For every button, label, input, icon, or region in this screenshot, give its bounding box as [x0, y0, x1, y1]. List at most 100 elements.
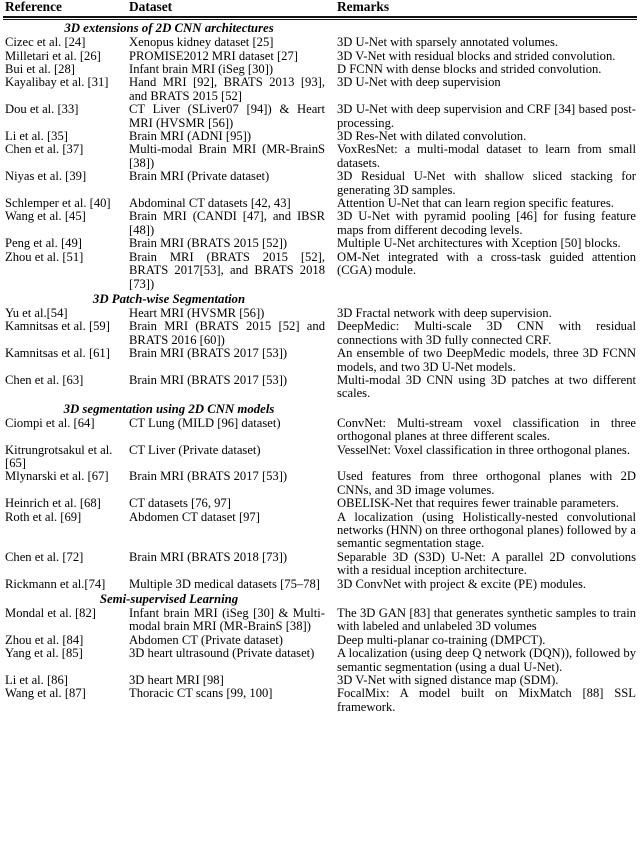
cell-dataset: Brain MRI (BRATS 2017 [53]): [129, 469, 288, 484]
section-heading-label: Semi-supervised Learning: [99, 592, 239, 607]
column-header-remarks: Remarks: [337, 0, 390, 14]
table-row: Roth et al. [69] Abdomen CT dataset [97] A…: [3, 509, 637, 551]
table-row: Li et al. [35] Brain MRI (ADNI [95]) 3D Re…: [3, 129, 637, 144]
table-row: Kamnitsas et al. [59] Brain MRI (BRATS 20…: [3, 320, 637, 347]
cell-reference: Wang et al. [45]: [5, 209, 86, 224]
cell-dataset: CT Liver (Private dataset): [129, 442, 261, 457]
table-row: Kamnitsas et al. [61] Brain MRI (BRATS 20…: [3, 346, 637, 374]
cell-reference: Yu et al.[54]: [5, 305, 68, 320]
cell-remarks: 3D U-Net with sparsely annotated volumes…: [337, 35, 559, 50]
table-header-row: Reference Dataset Remarks: [3, 0, 637, 16]
cell-remarks: ConvNet: Multi-stream voxel classificati…: [337, 415, 636, 444]
section-heading-cell: 3D segmentation using 2D CNN models: [3, 401, 637, 417]
cell-dataset: CT datasets [76, 97]: [129, 496, 231, 511]
cell-reference: Kayalibay et al. [31]: [5, 75, 109, 90]
section-heading-row: 3D segmentation using 2D CNN models: [3, 401, 637, 417]
cell-reference: Peng et al. [49]: [5, 236, 82, 251]
cell-reference: Li et al. [86]: [5, 673, 68, 688]
cell-dataset: Brain MRI (BRATS 2015 [52], BRATS 2017[5…: [129, 249, 325, 291]
table-header: Reference Dataset Remarks: [3, 0, 637, 21]
cell-remarks: A localization (using deep Q network (DQ…: [337, 646, 636, 674]
cell-remarks: Multi-modal 3D CNN using 3D patches at t…: [337, 372, 636, 401]
cell-reference: Milletari et al. [26]: [5, 48, 101, 63]
cell-reference: Mlynarski et al. [67]: [5, 469, 109, 484]
cell-reference: Niyas et al. [39]: [5, 169, 87, 184]
cell-reference: Yang et al. [85]: [5, 646, 83, 661]
cell-dataset: Infant brain MRI (iSeg [30] & Multi-moda…: [129, 606, 325, 634]
cell-remarks: 3D Res-Net with dilated convolution.: [337, 129, 527, 144]
table-row: Kitrungrotsakul et al. [65] CT Liver (Pri…: [3, 442, 637, 471]
cell-reference: Chen et al. [63]: [5, 372, 84, 387]
section-heading-cell: 3D Patch-wise Segmentation: [3, 291, 637, 307]
section-heading-cell: 3D extensions of 2D CNN architectures: [3, 20, 637, 36]
cell-remarks: 3D V-Net with residual blocks and stride…: [337, 48, 616, 63]
section-heading-row: Semi-supervised Learning: [3, 591, 637, 607]
cell-reference: Ciompi et al. [64]: [5, 415, 95, 430]
cell-dataset: Brain MRI (BRATS 2018 [73]): [129, 549, 288, 564]
cell-reference: Rickmann et al.[74]: [5, 576, 106, 591]
table-row: Cizec et al. [24] Xenopus kidney dataset …: [3, 35, 637, 50]
cell-dataset: Heart MRI (HVSMR [56]): [129, 305, 265, 320]
table-row: Chen et al. [63] Brain MRI (BRATS 2017 [5…: [3, 372, 637, 401]
cell-dataset: Brain MRI (BRATS 2015 [52]): [129, 236, 288, 251]
cell-remarks: 3D V-Net with signed distance map (SDM).: [337, 673, 559, 688]
table-row: Yang et al. [85] 3D heart ultrasound (Pri…: [3, 647, 637, 674]
cell-dataset: Brain MRI (BRATS 2015 [52] and BRATS 201…: [129, 319, 325, 347]
section-heading-label: 3D extensions of 2D CNN architectures: [64, 21, 274, 36]
section-heading-label: 3D segmentation using 2D CNN models: [63, 401, 275, 416]
table-row: Niyas et al. [39] Brain MRI (Private data…: [3, 170, 637, 197]
cell-dataset: Abdomen CT (Private dataset): [129, 632, 284, 647]
cell-reference: Kitrungrotsakul et al. [65]: [5, 442, 113, 470]
cell-dataset: Thoracic CT scans [99, 100]: [129, 686, 273, 701]
section-heading-row: 3D Patch-wise Segmentation: [3, 291, 637, 307]
cell-reference: Heinrich et al. [68]: [5, 496, 101, 511]
table-row: Zhou et al. [51] Brain MRI (BRATS 2015 [5…: [3, 249, 637, 291]
cell-remarks: Used features from three orthogonal plan…: [337, 469, 636, 497]
cell-remarks: 3D U-Net with pyramid pooling [46] for f…: [337, 209, 636, 237]
cell-dataset: Brain MRI (ADNI [95]): [129, 129, 252, 144]
section-heading-row: 3D extensions of 2D CNN architectures: [3, 20, 637, 36]
table-row: Mondal et al. [82] Infant brain MRI (iSeg…: [3, 606, 637, 634]
table-row: Wang et al. [45] Brain MRI (CANDI [47], a…: [3, 210, 637, 237]
cell-remarks: Separable 3D (S3D) U-Net: A parallel 2D …: [337, 549, 636, 578]
cell-reference: Kamnitsas et al. [59]: [5, 319, 110, 334]
cell-remarks: 3D U-Net with deep supervision: [337, 75, 501, 90]
table-row: Li et al. [86] 3D heart MRI [98] 3D V-Net …: [3, 673, 637, 688]
cell-remarks: A localization (using Holistically-neste…: [337, 509, 636, 551]
cell-dataset: PROMISE2012 MRI dataset [27]: [129, 48, 298, 63]
cell-remarks: DeepMedic: Multi-scale 3D CNN with resid…: [337, 319, 636, 347]
table-body: 3D extensions of 2D CNN architectures Ciz…: [3, 20, 637, 714]
table-row: Chen et al. [37] Multi-modal Brain MRI (M…: [3, 143, 637, 170]
cell-remarks: 3D Fractal network with deep supervision…: [337, 305, 552, 320]
cell-remarks: 3D ConvNet with project & excite (PE) mo…: [337, 576, 587, 591]
cell-remarks: FocalMix: A model built on MixMatch [88]…: [337, 686, 636, 714]
table-row: Heinrich et al. [68] CT datasets [76, 97]…: [3, 496, 637, 511]
document-page: Reference Dataset Remarks 3D extensions …: [0, 0, 640, 859]
cell-dataset: Multiple 3D medical datasets [75–78]: [129, 576, 320, 591]
cell-dataset: Infant brain MRI (iSeg [30]): [129, 62, 274, 76]
table-row: Kayalibay et al. [31] Hand MRI [92], BRAT…: [3, 76, 637, 103]
cell-dataset: Brain MRI (CANDI [47], and IBSR [48]): [129, 209, 325, 237]
table-row: Bui et al. [28] Infant brain MRI (iSeg [3…: [3, 62, 637, 76]
table-row: Peng et al. [49] Brain MRI (BRATS 2015 [5…: [3, 236, 637, 251]
column-header-reference: Reference: [5, 0, 62, 14]
cell-reference: Mondal et al. [82]: [5, 606, 96, 621]
cell-remarks: OM-Net integrated with a cross-task guid…: [337, 249, 636, 278]
table-row: Yu et al.[54] Heart MRI (HVSMR [56]) 3D Fr…: [3, 305, 637, 320]
cell-reference: Zhou et al. [84]: [5, 632, 84, 647]
column-header-dataset: Dataset: [129, 0, 173, 14]
section-heading-label: 3D Patch-wise Segmentation: [92, 291, 246, 306]
cell-remarks: Multiple U-Net architectures with Xcepti…: [337, 236, 621, 251]
cell-remarks: 3D Residual U-Net with shallow sliced st…: [337, 169, 636, 197]
table-row: Schlemper et al. [40] Abdominal CT datase…: [3, 196, 637, 210]
cell-reference: Kamnitsas et al. [61]: [5, 346, 110, 361]
cell-remarks: 3D U-Net with deep supervision and CRF […: [337, 102, 636, 130]
table-row: Ciompi et al. [64] CT Lung (MILD [96] dat…: [3, 415, 637, 444]
cell-dataset: CT Liver (SLiver07 [94]) & Heart MRI (HV…: [129, 102, 325, 130]
table-row: Milletari et al. [26] PROMISE2012 MRI dat…: [3, 48, 637, 63]
cell-reference: Chen et al. [72]: [5, 549, 84, 564]
cell-remarks: VesselNet: Voxel classification in three…: [337, 442, 630, 457]
cell-reference: Roth et al. [69]: [5, 509, 82, 524]
cell-remarks: Deep multi-planar co-training (DMPCT).: [337, 632, 546, 647]
table-row: Wang et al. [87] Thoracic CT scans [99, 1…: [3, 687, 637, 714]
